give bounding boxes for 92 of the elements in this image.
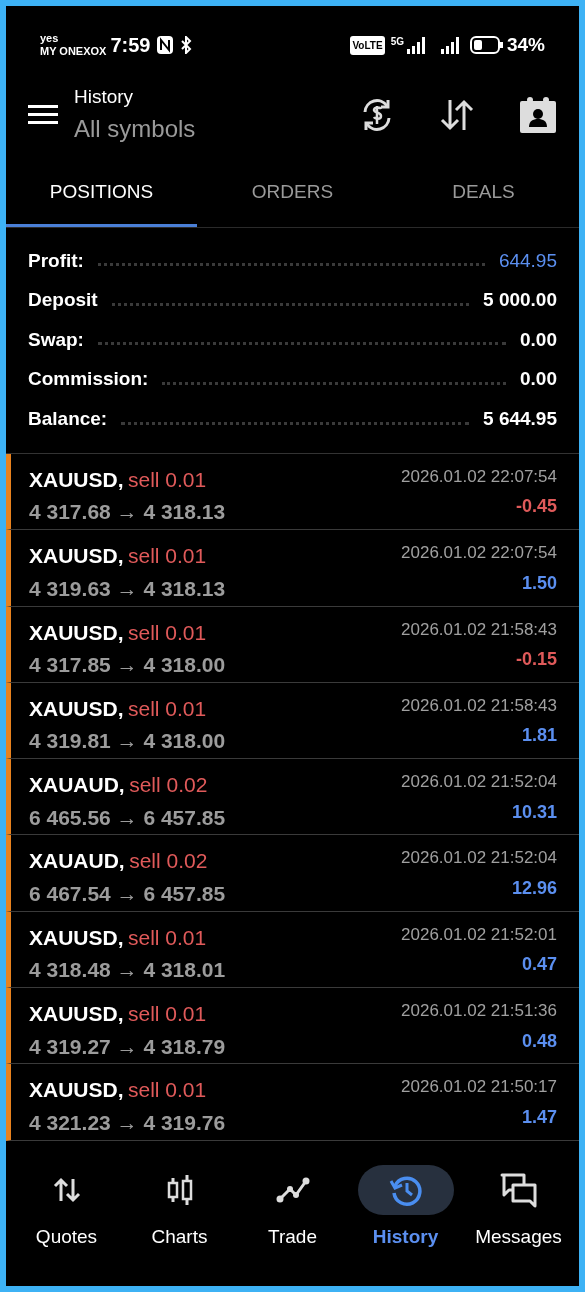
trade-volume: sell 0.01 (127, 925, 207, 949)
trade-volume: sell 0.01 (127, 1078, 207, 1102)
menu-button[interactable] (28, 104, 58, 126)
position-row[interactable]: XAUUSD, sell 0.01 4 319.27 → 4 318.79 2026.01.02 21:51:36 0.48 (6, 988, 579, 1065)
symbol-label: XAUUSD, (29, 467, 124, 491)
arrows-icon (52, 1177, 81, 1204)
tab[interactable]: POSITIONS (6, 160, 197, 227)
position-row[interactable]: XAUAUD, sell 0.02 6 465.56 → 6 457.85 2026.01.02 21:52:04 10.31 (6, 759, 579, 836)
summary-label: Balance: (28, 406, 108, 431)
position-row[interactable]: XAUUSD, sell 0.01 4 318.48 → 4 318.01 2026.01.02 21:52:01 0.47 (6, 911, 579, 989)
summary-value: 644.95 (498, 248, 557, 273)
trade-time: 2026.01.02 22:07:54 (401, 465, 557, 488)
summary-label: Commission: (28, 367, 149, 392)
summary-value: 5 000.00 (483, 288, 557, 313)
network-label: 5G (390, 35, 404, 49)
profit-value: 1.81 (520, 724, 557, 748)
trade-time: 2026.01.02 21:52:04 (401, 771, 557, 794)
symbol-filter[interactable]: All symbols (74, 111, 196, 148)
price-range: 4 318.48 → 4 318.01 (29, 957, 226, 984)
volte-badge: VoLTE (350, 35, 385, 55)
summary-value: 0.00 (520, 327, 557, 352)
line-chart-icon (275, 1177, 310, 1204)
profit-value: 1.50 (520, 571, 557, 595)
trade-volume: sell 0.01 (127, 620, 207, 644)
price-range: 4 317.68 → 4 318.13 (29, 499, 226, 526)
sort-icon[interactable] (439, 97, 475, 133)
chat-icon (498, 1172, 539, 1209)
trade-time: 2026.01.02 21:52:04 (401, 847, 557, 870)
profit-value: -0.45 (514, 495, 557, 519)
position-row[interactable]: XAUUSD, sell 0.01 4 321.23 → 4 319.76 2026.01.02 21:50:17 1.47 (6, 1064, 579, 1141)
summary-label: Profit: (28, 248, 84, 273)
trade-time: 2026.01.02 21:50:17 (401, 1076, 557, 1099)
symbol-label: XAUAUD, (29, 773, 125, 797)
price-range: 4 319.27 → 4 318.79 (29, 1033, 226, 1060)
summary-value: 0.00 (520, 367, 557, 392)
nav-tab[interactable]: Quotes (14, 1165, 119, 1252)
price-range: 6 465.56 → 6 457.85 (29, 804, 226, 831)
trade-time: 2026.01.02 21:58:43 (401, 618, 557, 641)
position-row[interactable]: XAUUSD, sell 0.01 4 317.85 → 4 318.00 2026.01.02 21:58:43 -0.15 (6, 606, 579, 683)
position-row[interactable]: XAUUSD, sell 0.01 4 319.63 → 4 318.13 2026.01.02 22:07:54 1.50 (6, 530, 579, 607)
price-range: 4 321.23 → 4 319.76 (29, 1109, 226, 1136)
nav-tab[interactable]: Charts (127, 1165, 232, 1252)
trade-volume: sell 0.02 (129, 773, 208, 797)
signal-icon (405, 36, 428, 54)
trade-time: 2026.01.02 21:58:43 (401, 694, 557, 717)
trade-volume: sell 0.01 (127, 696, 207, 720)
profit-value: 10.31 (510, 800, 557, 824)
symbol-label: XAUAUD, (29, 849, 125, 873)
carrier-label: yes (40, 32, 60, 45)
trade-volume: sell 0.02 (129, 849, 208, 873)
trade-volume: sell 0.01 (127, 467, 207, 491)
summary-label: Deposit (28, 288, 98, 313)
position-row[interactable]: XAUAUD, sell 0.02 6 467.54 → 6 457.85 2026.01.02 21:52:04 12.96 (6, 835, 579, 912)
trade-volume: sell 0.01 (127, 544, 207, 568)
summary-label: Swap: (28, 327, 84, 352)
trade-time: 2026.01.02 21:52:01 (401, 923, 557, 946)
trade-time: 2026.01.02 22:07:54 (401, 542, 557, 565)
position-row[interactable]: XAUUSD, sell 0.01 4 317.68 → 4 318.13 2026.01.02 22:07:54 -0.45 (6, 453, 579, 531)
price-range: 4 319.63 → 4 318.13 (29, 575, 226, 602)
nav-tab[interactable]: Trade (240, 1165, 345, 1252)
carrier-label: MY ONEXOX (40, 45, 107, 58)
battery-percent: 34% (506, 32, 545, 57)
nfc-icon (156, 35, 175, 55)
battery-icon (469, 36, 504, 54)
history-icon (388, 1173, 423, 1208)
price-range: 4 319.81 → 4 318.00 (29, 728, 226, 755)
price-range: 6 467.54 → 6 457.85 (29, 880, 226, 907)
calendar-person-icon[interactable] (519, 96, 557, 134)
symbol-label: XAUUSD, (29, 1002, 124, 1026)
profit-value: 0.48 (520, 1029, 557, 1053)
symbol-label: XAUUSD, (29, 925, 124, 949)
signal-icon (439, 36, 462, 54)
profit-value: -0.15 (514, 648, 557, 672)
tab[interactable]: ORDERS (197, 160, 388, 227)
bluetooth-icon (180, 36, 193, 54)
profit-value: 0.47 (520, 953, 557, 977)
symbol-label: XAUUSD, (29, 696, 124, 720)
symbol-label: XAUUSD, (29, 620, 124, 644)
symbol-label: XAUUSD, (29, 1078, 124, 1102)
tab[interactable]: DEALS (388, 160, 579, 227)
candlestick-icon (165, 1174, 194, 1207)
position-row[interactable]: XAUUSD, sell 0.01 4 319.81 → 4 318.00 2026.01.02 21:58:43 1.81 (6, 682, 579, 760)
symbol-label: XAUUSD, (29, 544, 124, 568)
summary-value: 5 644.95 (483, 406, 557, 431)
page-title: History (74, 84, 135, 109)
trade-volume: sell 0.01 (127, 1002, 207, 1026)
profit-value: 1.47 (520, 1105, 557, 1129)
clock: 7:59 (110, 33, 151, 58)
price-range: 4 317.85 → 4 318.00 (29, 652, 226, 679)
trade-time: 2026.01.02 21:51:36 (401, 1000, 557, 1023)
nav-tab[interactable]: Messages (466, 1165, 571, 1252)
profit-value: 12.96 (510, 876, 557, 900)
